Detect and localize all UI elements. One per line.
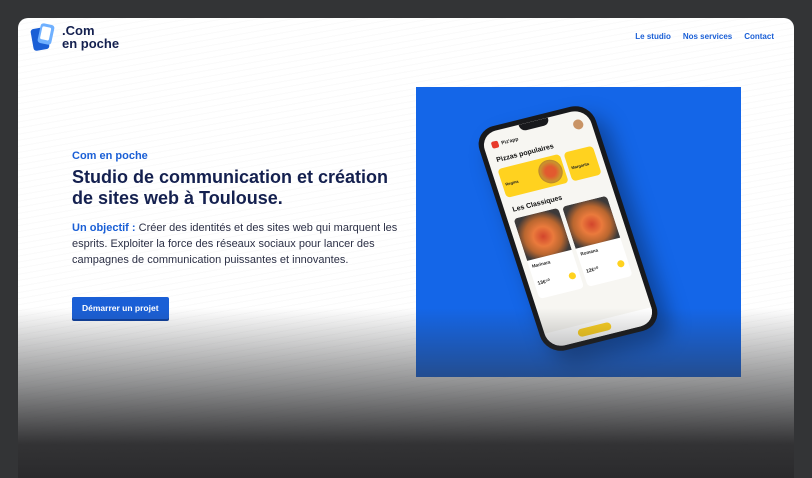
classic-pizza-name: Romana [579,247,599,257]
classic-pizza-price: 13€⁵⁰ [536,278,552,287]
popular-pizza-card: Margarita [563,145,602,182]
classic-pizza-price: 12€⁵⁰ [585,265,600,275]
classic-pizzas-grid: Marinara 13€⁵⁰ Romana 12€⁵⁰ [513,195,633,299]
brand-wordmark: .Com en poche [62,24,119,50]
app-name: Piz'app [500,136,520,146]
hero-lead: Un objectif : [72,222,136,234]
avatar [571,118,585,131]
add-icon [567,271,577,281]
hero-text: Com en poche Studio de communication et … [72,150,412,268]
brand-logo[interactable]: .Com en poche [30,22,119,52]
brand-line2: en poche [62,36,120,51]
active-tab-pill [576,321,613,338]
app-header: Piz'app [490,136,520,149]
nav-item-services[interactable]: Nos services [683,32,732,41]
smartphone-mockup: Piz'app Pizzas populaires Regina Margari… [473,101,663,356]
nav-item-studio[interactable]: Le studio [635,32,671,41]
pizza-image [535,157,566,186]
phone-screen: Piz'app Pizzas populaires Regina Margari… [479,107,657,350]
popular-pizza-name: Margarita [570,161,590,171]
nav-item-contact[interactable]: Contact [744,32,774,41]
phone-logo-icon [30,22,56,52]
hero-phone-image: Piz'app Pizzas populaires Regina Margari… [416,87,741,377]
classic-pizza-name: Marinara [531,259,552,269]
hero-title: Studio de communication et création de s… [72,167,389,208]
phone-notch [518,117,550,132]
hero-description: Un objectif : Créer des identités et des… [72,220,412,268]
main-nav: Le studio Nos services Contact [635,32,774,41]
app-logo-icon [490,140,500,149]
start-project-button[interactable]: Démarrer un projet [72,297,169,319]
browser-viewport: .Com en poche Le studio Nos services Con… [18,18,794,478]
site-header: .Com en poche Le studio Nos services Con… [18,18,794,62]
popular-pizza-name: Regina [504,178,520,187]
hero-eyebrow: Com en poche [72,150,148,162]
pizza-image [513,207,572,261]
pizza-image [562,195,621,249]
app-tab-bar [544,307,657,350]
add-icon [616,259,626,268]
